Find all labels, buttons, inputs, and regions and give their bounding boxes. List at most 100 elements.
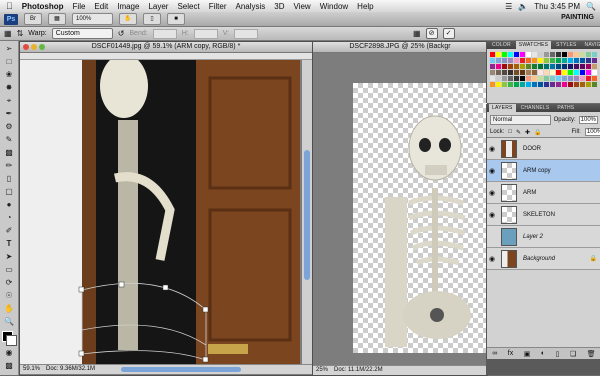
- gradient-tool-icon[interactable]: ▢: [3, 186, 15, 197]
- swatch[interactable]: [544, 52, 549, 57]
- type-tool-icon[interactable]: T: [3, 238, 15, 249]
- swatch[interactable]: [538, 82, 543, 87]
- swatch[interactable]: [592, 58, 597, 63]
- blend-mode-select[interactable]: Normal: [490, 114, 551, 125]
- doc2-doc-size[interactable]: Doc: 11.1M/22.2M: [334, 366, 383, 375]
- swatch[interactable]: [580, 58, 585, 63]
- swatch[interactable]: [550, 58, 555, 63]
- swatch[interactable]: [502, 52, 507, 57]
- swatch[interactable]: [562, 70, 567, 75]
- 3d-orbit-tool-icon[interactable]: ☉: [3, 290, 15, 301]
- swatch[interactable]: [586, 64, 591, 69]
- h-field[interactable]: [193, 28, 218, 39]
- menu-view[interactable]: View: [294, 2, 311, 11]
- swatch[interactable]: [580, 70, 585, 75]
- eye-icon[interactable]: ◉: [487, 211, 497, 219]
- menu-edit[interactable]: Edit: [94, 2, 108, 11]
- clone-stamp-tool-icon[interactable]: ▩: [3, 147, 15, 158]
- menu-file[interactable]: File: [73, 2, 86, 11]
- swatch[interactable]: [562, 64, 567, 69]
- quick-select-tool-icon[interactable]: ✸: [3, 82, 15, 93]
- swatch[interactable]: [526, 64, 531, 69]
- close-icon[interactable]: [23, 44, 29, 50]
- doc2-canvas[interactable]: [313, 53, 487, 365]
- layer-row-arm-copy[interactable]: ◉ ARM copy: [487, 160, 600, 182]
- swatch[interactable]: [490, 64, 495, 69]
- cancel-transform-button[interactable]: ⊘: [425, 28, 438, 39]
- swatch[interactable]: [592, 82, 597, 87]
- doc2-zoom-level[interactable]: 25%: [316, 366, 328, 375]
- adjustment-layer-icon[interactable]: ◐: [541, 350, 545, 357]
- zoom-tool-icon[interactable]: 🔍: [3, 316, 15, 327]
- doc1-scroll-thumb[interactable]: [304, 150, 310, 280]
- swatch[interactable]: [502, 58, 507, 63]
- screen-mode-button[interactable]: ■: [167, 13, 185, 25]
- swatch[interactable]: [508, 82, 513, 87]
- swatch[interactable]: [592, 70, 597, 75]
- swatch[interactable]: [526, 70, 531, 75]
- eye-icon[interactable]: ◉: [487, 145, 497, 153]
- layer-row-layer-2[interactable]: Layer 2: [487, 226, 600, 248]
- swatch[interactable]: [574, 58, 579, 63]
- layer-name[interactable]: Background: [523, 256, 555, 262]
- swatch[interactable]: [550, 70, 555, 75]
- clock[interactable]: Thu 3:45 PM: [534, 2, 580, 11]
- zoom-level-select[interactable]: 100%: [72, 13, 113, 25]
- swatch[interactable]: [586, 52, 591, 57]
- lock-all-icon[interactable]: 🔒: [534, 129, 541, 136]
- fill-value[interactable]: 100%: [584, 128, 600, 136]
- guides-button[interactable]: ▦: [48, 13, 66, 25]
- swatch[interactable]: [580, 52, 585, 57]
- history-brush-tool-icon[interactable]: ✏: [3, 160, 15, 171]
- swatch[interactable]: [586, 58, 591, 63]
- layer-name[interactable]: DOOR: [523, 146, 541, 152]
- dodge-tool-icon[interactable]: ◔: [3, 212, 15, 223]
- tab-swatches[interactable]: SWATCHES: [515, 41, 552, 49]
- trash-icon[interactable]: 🗑: [587, 350, 596, 358]
- swatch[interactable]: [592, 64, 597, 69]
- swatch[interactable]: [586, 70, 591, 75]
- swatch[interactable]: [532, 82, 537, 87]
- swatch[interactable]: [490, 82, 495, 87]
- swatch[interactable]: [574, 76, 579, 81]
- hand-tool-button[interactable]: ✋: [119, 13, 137, 25]
- doc1-title-bar[interactable]: DSCF01449.jpg @ 59.1% (ARM copy, RGB/8) …: [20, 42, 312, 53]
- doc2-artwork[interactable]: [313, 53, 487, 365]
- swatch[interactable]: [592, 52, 597, 57]
- doc1-doc-size[interactable]: Doc: 9.36M/32.1M: [46, 365, 95, 374]
- tab-styles[interactable]: STYLES: [553, 41, 579, 49]
- crop-tool-icon[interactable]: ⌖: [3, 95, 15, 106]
- swatch[interactable]: [574, 70, 579, 75]
- marquee-tool-icon[interactable]: □: [3, 56, 15, 67]
- layer-row-skeleton[interactable]: ◉ SKELETON: [487, 204, 600, 226]
- minimize-icon[interactable]: [31, 44, 37, 50]
- swatch[interactable]: [532, 58, 537, 63]
- new-layer-icon[interactable]: ❏: [570, 350, 576, 358]
- doc1-horizontal-scrollbar[interactable]: [121, 367, 242, 372]
- swatch[interactable]: [538, 70, 543, 75]
- tab-paths[interactable]: PATHS: [554, 104, 577, 112]
- swatch[interactable]: [544, 64, 549, 69]
- layer-style-icon[interactable]: fx: [508, 350, 513, 357]
- swatch[interactable]: [502, 70, 507, 75]
- tab-layers[interactable]: LAYERS: [489, 104, 516, 112]
- swatch[interactable]: [502, 76, 507, 81]
- swatch[interactable]: [526, 52, 531, 57]
- bend-field[interactable]: [152, 28, 177, 39]
- swatch[interactable]: [532, 70, 537, 75]
- swatch[interactable]: [550, 82, 555, 87]
- swatch[interactable]: [562, 82, 567, 87]
- spotlight-icon[interactable]: 🔍: [586, 2, 596, 11]
- swatch[interactable]: [508, 52, 513, 57]
- screen-mode-icon[interactable]: ▩: [3, 360, 15, 371]
- swatch[interactable]: [538, 76, 543, 81]
- swatch[interactable]: [550, 52, 555, 57]
- swatch[interactable]: [508, 58, 513, 63]
- volume-icon[interactable]: 🔈: [518, 2, 528, 11]
- swatch[interactable]: [568, 76, 573, 81]
- doc2-title-bar[interactable]: DSCF2898.JPG @ 25% (Backgr: [313, 42, 487, 53]
- swatch[interactable]: [568, 52, 573, 57]
- lock-position-icon[interactable]: ✚: [525, 129, 530, 136]
- apple-menu-icon[interactable]: : [6, 1, 13, 11]
- swatch[interactable]: [574, 52, 579, 57]
